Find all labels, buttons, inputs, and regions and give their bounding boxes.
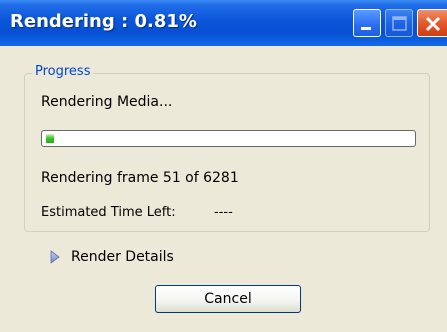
render-progress-bar: [41, 130, 416, 147]
close-icon: [425, 16, 441, 32]
expand-arrow-icon: [50, 250, 60, 264]
maximize-icon: [392, 16, 407, 31]
frame-count-text: Rendering frame 51 of 6281: [41, 170, 239, 186]
minimize-icon: [361, 27, 371, 30]
render-details-toggle[interactable]: Render Details: [50, 247, 200, 267]
close-button[interactable]: [417, 9, 447, 37]
render-progress-dialog: Rendering : 0.81% Progress Rendering Med…: [0, 0, 447, 332]
progress-group-legend: Progress: [32, 64, 94, 79]
render-details-label: Render Details: [71, 249, 174, 265]
eta-value: ----: [214, 205, 233, 220]
title-bar[interactable]: Rendering : 0.81%: [0, 0, 447, 46]
maximize-button[interactable]: [385, 9, 413, 37]
minimize-button[interactable]: [353, 9, 381, 37]
progress-fill: [46, 134, 54, 143]
eta-label: Estimated Time Left:: [41, 205, 176, 220]
cancel-button[interactable]: Cancel: [155, 285, 301, 313]
window-title: Rendering : 0.81%: [10, 11, 197, 32]
render-status-text: Rendering Media...: [41, 94, 173, 110]
